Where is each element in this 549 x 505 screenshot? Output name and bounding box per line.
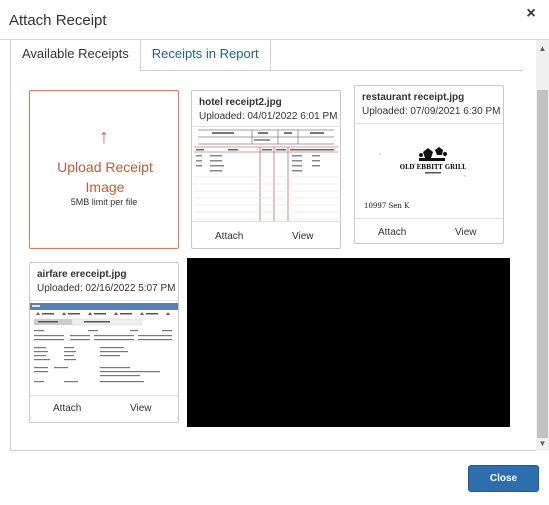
receipt-card-airfare: airfare ereceipt.jpg Uploaded: 02/16/202… xyxy=(29,262,179,423)
vertical-scrollbar[interactable]: ▲ ▼ xyxy=(536,40,549,451)
receipt-filename: airfare ereceipt.jpg xyxy=(37,269,127,280)
scrollbar-thumb[interactable] xyxy=(537,90,548,438)
receipt-thumbnail-airfare[interactable] xyxy=(30,300,178,396)
receipt-upload-date: Uploaded: 04/01/2022 6:01 PM xyxy=(199,111,338,122)
dialog-header: Attach Receipt × xyxy=(0,0,549,40)
scroll-up-arrow-icon[interactable]: ▲ xyxy=(536,42,549,56)
receipt-card-hotel: hotel receipt2.jpg Uploaded: 04/01/2022 … xyxy=(191,90,341,249)
view-button[interactable]: View xyxy=(130,403,152,414)
receipt-upload-date: Uploaded: 07/09/2021 6:30 PM xyxy=(362,106,501,117)
receipt-filename: restaurant receipt.jpg xyxy=(362,92,465,103)
receipt-upload-date: Uploaded: 02/16/2022 5:07 PM xyxy=(37,283,176,294)
close-button[interactable]: Close xyxy=(468,465,539,492)
attach-button[interactable]: Attach xyxy=(378,227,406,238)
attach-button[interactable]: Attach xyxy=(215,231,243,242)
receipt-thumbnail-restaurant[interactable]: OLD EBBITT GRILL 10997 Sen K xyxy=(355,123,503,219)
view-button[interactable]: View xyxy=(292,231,314,242)
dialog-title: Attach Receipt xyxy=(9,12,107,29)
upload-arrow-icon: ↑ xyxy=(99,126,109,148)
restaurant-logo-text: OLD EBBITT GRILL xyxy=(400,164,467,171)
restaurant-receipt-note: 10997 Sen K xyxy=(364,202,410,210)
receipt-preview-area xyxy=(187,258,510,427)
airfare-ereceipt-thumbnail-image xyxy=(30,301,178,395)
tab-available-receipts[interactable]: Available Receipts xyxy=(11,40,141,71)
attach-button[interactable]: Attach xyxy=(53,403,81,414)
upload-receipt-label: Upload Receipt Image xyxy=(57,159,153,195)
restaurant-receipt-thumbnail-image: OLD EBBITT GRILL 10997 Sen K xyxy=(355,124,503,218)
view-button[interactable]: View xyxy=(455,227,477,238)
close-icon[interactable]: × xyxy=(523,6,539,22)
tab-receipts-in-report[interactable]: Receipts in Report xyxy=(140,40,271,71)
receipt-thumbnail-hotel[interactable] xyxy=(192,126,340,222)
upload-receipt-card[interactable]: ↑ Upload Receipt Image 5MB limit per fil… xyxy=(29,90,179,249)
receipt-filename: hotel receipt2.jpg xyxy=(199,97,282,108)
tab-bar: Available Receipts Receipts in Report xyxy=(11,40,271,71)
scroll-down-arrow-icon[interactable]: ▼ xyxy=(536,437,549,451)
attach-receipt-dialog: Attach Receipt × Available Receipts Rece… xyxy=(0,0,549,505)
upload-size-limit: 5MB limit per file xyxy=(70,197,138,207)
receipt-card-restaurant: restaurant receipt.jpg Uploaded: 07/09/2… xyxy=(354,85,504,244)
hotel-folio-thumbnail-image xyxy=(192,127,340,221)
